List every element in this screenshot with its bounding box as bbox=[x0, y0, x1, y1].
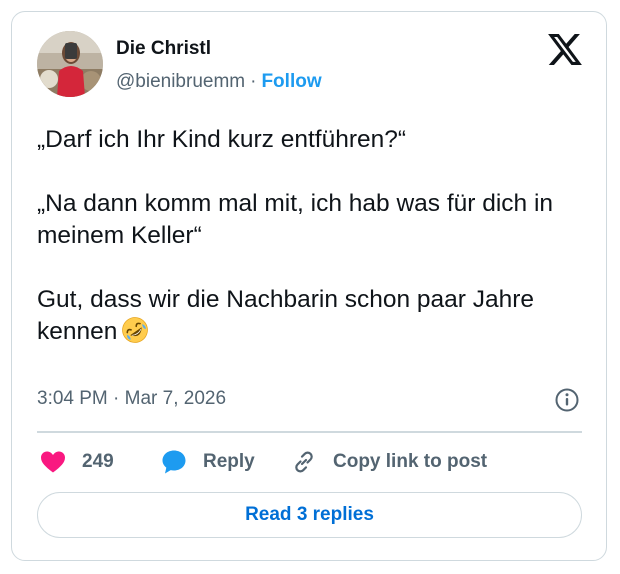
tweet-paragraph: „Na dann komm mal mit, ich hab was für d… bbox=[37, 190, 554, 249]
tweet-paragraph-text: Gut, dass wir die Nachbarin schon paar J… bbox=[37, 286, 535, 345]
author-name[interactable]: Die Christl bbox=[116, 38, 211, 60]
like-button[interactable]: 249 bbox=[40, 448, 114, 476]
tweet-timestamp[interactable]: 3:04 PM · Mar 7, 2026 bbox=[37, 388, 226, 410]
author-handle[interactable]: @bienibruemm bbox=[116, 71, 245, 92]
follow-button[interactable]: Follow bbox=[261, 71, 321, 92]
tweet-card: Die Christl @bienibruemm · Follow „Darf ic… bbox=[11, 11, 607, 561]
tweet-paragraph: Gut, dass wir die Nachbarin schon paar J… bbox=[37, 284, 592, 348]
speech-bubble-icon bbox=[162, 450, 186, 474]
avatar[interactable] bbox=[37, 31, 103, 97]
info-icon[interactable] bbox=[554, 387, 580, 413]
rolling-laughing-emoji-icon bbox=[122, 317, 149, 343]
like-count: 249 bbox=[82, 451, 114, 472]
copy-link-button[interactable]: Copy link to post bbox=[291, 448, 487, 476]
reply-button[interactable]: Reply bbox=[161, 448, 255, 476]
tweet-text: „Darf ich Ihr Kind kurz entführen?“ „Na … bbox=[37, 124, 592, 348]
heart-icon bbox=[41, 451, 65, 473]
divider bbox=[37, 431, 582, 433]
x-logo-icon[interactable] bbox=[548, 34, 582, 65]
reply-label: Reply bbox=[203, 451, 255, 472]
author-handle-row: @bienibruemm · Follow bbox=[116, 71, 322, 93]
tweet-paragraph: „Darf ich Ihr Kind kurz entführen?“ bbox=[37, 126, 407, 153]
read-replies-label: Read 3 replies bbox=[245, 504, 374, 525]
read-replies-button[interactable]: Read 3 replies bbox=[37, 492, 582, 538]
separator-dot: · bbox=[250, 71, 257, 92]
copy-link-label: Copy link to post bbox=[333, 451, 488, 472]
avatar-image bbox=[37, 31, 103, 97]
link-icon bbox=[295, 451, 313, 473]
